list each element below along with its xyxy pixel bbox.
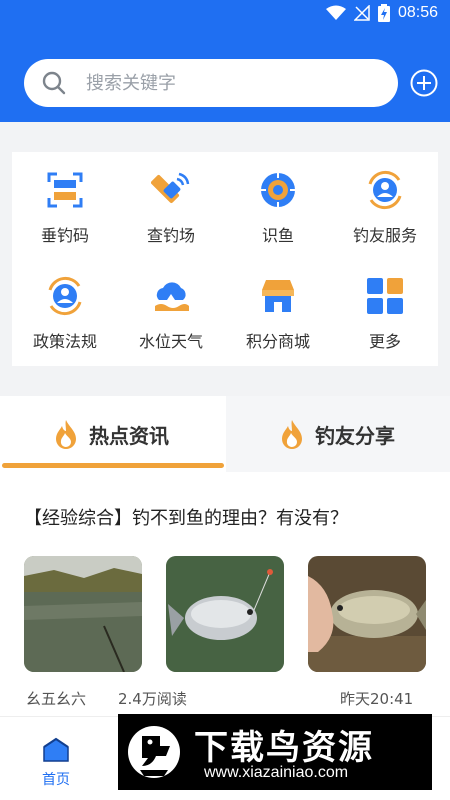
weather-icon <box>155 282 189 311</box>
grid-item-policy[interactable]: 政策法规 <box>12 258 118 358</box>
tab-label: 钓友分享 <box>315 423 395 448</box>
grid-item-label: 钓友服务 <box>352 226 417 245</box>
flame-icon <box>282 420 302 449</box>
tab-hot-news[interactable]: 热点资讯 <box>0 396 224 472</box>
more-grid-icon <box>367 278 403 314</box>
header <box>0 30 450 122</box>
article-title[interactable]: 【经验综合】钓不到鱼的理由？有没有？ <box>24 504 348 530</box>
grid-item-label: 水位天气 <box>138 332 203 351</box>
grid-item-points-mall[interactable]: 积分商城 <box>225 258 331 358</box>
status-bar: 08:56 <box>0 0 450 30</box>
article-image-2[interactable] <box>166 556 284 672</box>
shop-icon <box>262 280 294 312</box>
watermark-banner: 下载鸟资源 www.xiazainiao.com <box>118 714 432 790</box>
grid-item-find-spot[interactable]: 查钓场 <box>118 152 224 252</box>
flame-icon <box>56 420 76 449</box>
river-photo <box>24 556 142 672</box>
watermark-title: 下载鸟资源 <box>194 728 374 768</box>
article-image-1[interactable] <box>24 556 142 672</box>
wifi-icon <box>325 5 346 20</box>
home-icon <box>43 737 69 762</box>
grid-item-label: 更多 <box>368 332 401 351</box>
article-image-3[interactable] <box>308 556 426 672</box>
fish-recognize-icon <box>260 172 296 208</box>
status-icons: 08:56 <box>325 4 438 22</box>
status-time: 08:56 <box>397 4 438 21</box>
grid-item-angler-service[interactable]: 钓友服务 <box>332 152 438 252</box>
watermark-url: www.xiazainiao.com <box>204 764 349 781</box>
nav-home-label: 首页 <box>42 772 70 788</box>
active-tab-indicator <box>2 463 224 468</box>
battery-charging-icon <box>377 4 390 22</box>
grid-item-weather[interactable]: 水位天气 <box>118 258 224 358</box>
bird-logo-icon <box>128 726 180 778</box>
satellite-icon <box>151 172 190 204</box>
search-input[interactable] <box>86 72 346 94</box>
article-reads: 2.4万阅读 <box>118 690 187 708</box>
add-circle-icon[interactable] <box>410 69 438 97</box>
fish-photo <box>166 556 284 672</box>
function-grid: 垂钓码 查钓场 识鱼 钓友服务 政策法规 水位天气 积分商城 更多 <box>12 152 438 366</box>
fish-in-hand-photo <box>308 556 426 672</box>
grid-item-fishing-code[interactable]: 垂钓码 <box>12 152 118 252</box>
grid-item-label: 识鱼 <box>261 226 294 245</box>
grid-item-label: 垂钓码 <box>40 226 89 245</box>
grid-item-label: 查钓场 <box>146 226 195 245</box>
user-service-icon <box>368 170 402 210</box>
grid-item-fish-id[interactable]: 识鱼 <box>225 152 331 252</box>
tab-angler-share[interactable]: 钓友分享 <box>226 396 450 472</box>
policy-icon <box>48 276 82 316</box>
tab-label: 热点资讯 <box>89 423 169 448</box>
grid-item-more[interactable]: 更多 <box>332 258 438 358</box>
article-author: 幺五幺六 <box>26 690 87 708</box>
nav-home[interactable]: 首页 <box>36 737 76 789</box>
grid-item-label: 政策法规 <box>32 332 97 351</box>
grid-item-label: 积分商城 <box>245 332 310 351</box>
scan-code-icon <box>47 172 83 208</box>
article-time: 昨天20:41 <box>340 690 414 708</box>
no-signal-icon <box>353 5 370 21</box>
news-feed: 【经验综合】钓不到鱼的理由？有没有？ 幺五幺六 2.4万阅读 昨天20:41 <box>0 472 450 716</box>
search-icon <box>42 71 66 95</box>
news-tabs: 热点资讯 钓友分享 <box>0 396 450 472</box>
search-box[interactable] <box>24 59 398 107</box>
